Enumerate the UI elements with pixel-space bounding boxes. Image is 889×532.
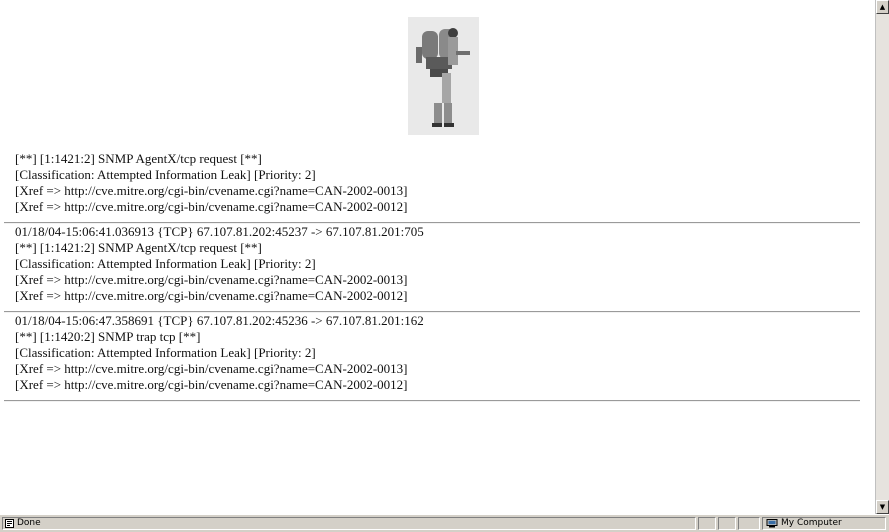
zone-text: My Computer <box>781 518 842 528</box>
alert-entry: [**] [1:1421:2] SNMP AgentX/tcp request … <box>15 151 871 222</box>
status-cell <box>738 517 760 530</box>
alert-line: [Classification: Attempted Information L… <box>15 256 316 271</box>
alert-line: [**] [1:1421:2] SNMP AgentX/tcp request … <box>15 151 262 166</box>
alert-line: [Xref => http://cve.mitre.org/cgi-bin/cv… <box>15 377 408 392</box>
vertical-scrollbar[interactable]: ▲ ▼ <box>875 0 889 514</box>
alert-line: [**] [1:1421:2] SNMP AgentX/tcp request … <box>15 240 262 255</box>
alert-line: 01/18/04-15:06:41.036913 {TCP} 67.107.81… <box>15 224 424 239</box>
alert-line: [Xref => http://cve.mitre.org/cgi-bin/cv… <box>15 272 408 287</box>
alert-line: [**] [1:1420:2] SNMP trap tcp [**] <box>15 329 201 344</box>
alert-line: [Classification: Attempted Information L… <box>15 167 316 182</box>
alert-divider <box>4 400 860 402</box>
alert-entry: 01/18/04-15:06:41.036913 {TCP} 67.107.81… <box>15 224 871 311</box>
alert-line: [Xref => http://cve.mitre.org/cgi-bin/cv… <box>15 199 408 214</box>
my-computer-icon <box>766 519 778 528</box>
alert-line: [Xref => http://cve.mitre.org/cgi-bin/cv… <box>15 361 408 376</box>
alert-line: [Xref => http://cve.mitre.org/cgi-bin/cv… <box>15 288 408 303</box>
status-panel: Done <box>2 517 696 530</box>
jetpack-photo <box>408 17 479 135</box>
status-text: Done <box>17 518 41 528</box>
alert-line: [Classification: Attempted Information L… <box>15 345 316 360</box>
status-bar: Done My Computer <box>0 514 889 532</box>
status-cell <box>718 517 736 530</box>
page-done-icon <box>5 519 14 528</box>
security-zone: My Computer <box>762 517 886 530</box>
alert-line: 01/18/04-15:06:47.358691 {TCP} 67.107.81… <box>15 313 424 328</box>
status-cell <box>698 517 716 530</box>
alert-line: [Xref => http://cve.mitre.org/cgi-bin/cv… <box>15 183 408 198</box>
scroll-down-arrow-icon[interactable]: ▼ <box>876 500 889 514</box>
alert-list: [**] [1:1421:2] SNMP AgentX/tcp request … <box>4 151 871 402</box>
browser-content: [**] [1:1421:2] SNMP AgentX/tcp request … <box>0 0 875 514</box>
alert-entry: 01/18/04-15:06:47.358691 {TCP} 67.107.81… <box>15 313 871 400</box>
scroll-up-arrow-icon[interactable]: ▲ <box>876 0 889 14</box>
